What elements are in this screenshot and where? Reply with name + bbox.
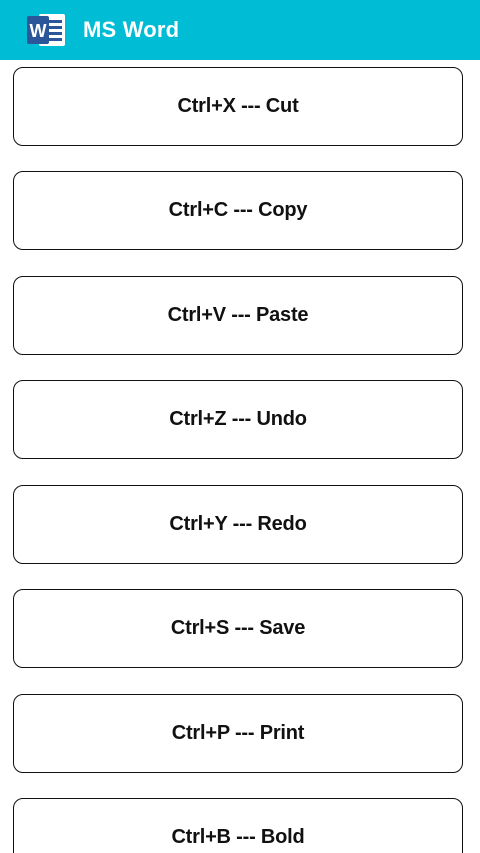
shortcut-label: Ctrl+V --- Paste bbox=[167, 304, 309, 326]
ms-word-logo-icon: W bbox=[27, 14, 65, 46]
shortcut-label: Ctrl+S --- Save bbox=[170, 617, 306, 639]
app-bar: W MS Word bbox=[0, 0, 480, 60]
shortcut-card-bold[interactable]: Ctrl+B --- Bold bbox=[13, 798, 463, 853]
shortcut-list: Ctrl+X --- Cut Ctrl+C --- Copy Ctrl+V --… bbox=[0, 60, 480, 853]
shortcut-card-save[interactable]: Ctrl+S --- Save bbox=[13, 589, 463, 668]
shortcut-card-cut[interactable]: Ctrl+X --- Cut bbox=[13, 67, 463, 146]
shortcut-label: Ctrl+B --- Bold bbox=[171, 826, 305, 848]
shortcut-label: Ctrl+Z --- Undo bbox=[169, 408, 307, 430]
shortcut-card-copy[interactable]: Ctrl+C --- Copy bbox=[13, 171, 463, 250]
shortcut-card-undo[interactable]: Ctrl+Z --- Undo bbox=[13, 380, 463, 459]
shortcut-label: Ctrl+C --- Copy bbox=[168, 199, 308, 221]
shortcut-card-print[interactable]: Ctrl+P --- Print bbox=[13, 694, 463, 773]
shortcut-label: Ctrl+X --- Cut bbox=[177, 95, 299, 117]
shortcut-card-redo[interactable]: Ctrl+Y --- Redo bbox=[13, 485, 463, 564]
app-title: MS Word bbox=[83, 17, 180, 42]
shortcut-label: Ctrl+P --- Print bbox=[171, 722, 305, 744]
logo-letter: W bbox=[30, 21, 47, 41]
shortcut-label: Ctrl+Y --- Redo bbox=[169, 513, 307, 535]
shortcut-card-paste[interactable]: Ctrl+V --- Paste bbox=[13, 276, 463, 355]
